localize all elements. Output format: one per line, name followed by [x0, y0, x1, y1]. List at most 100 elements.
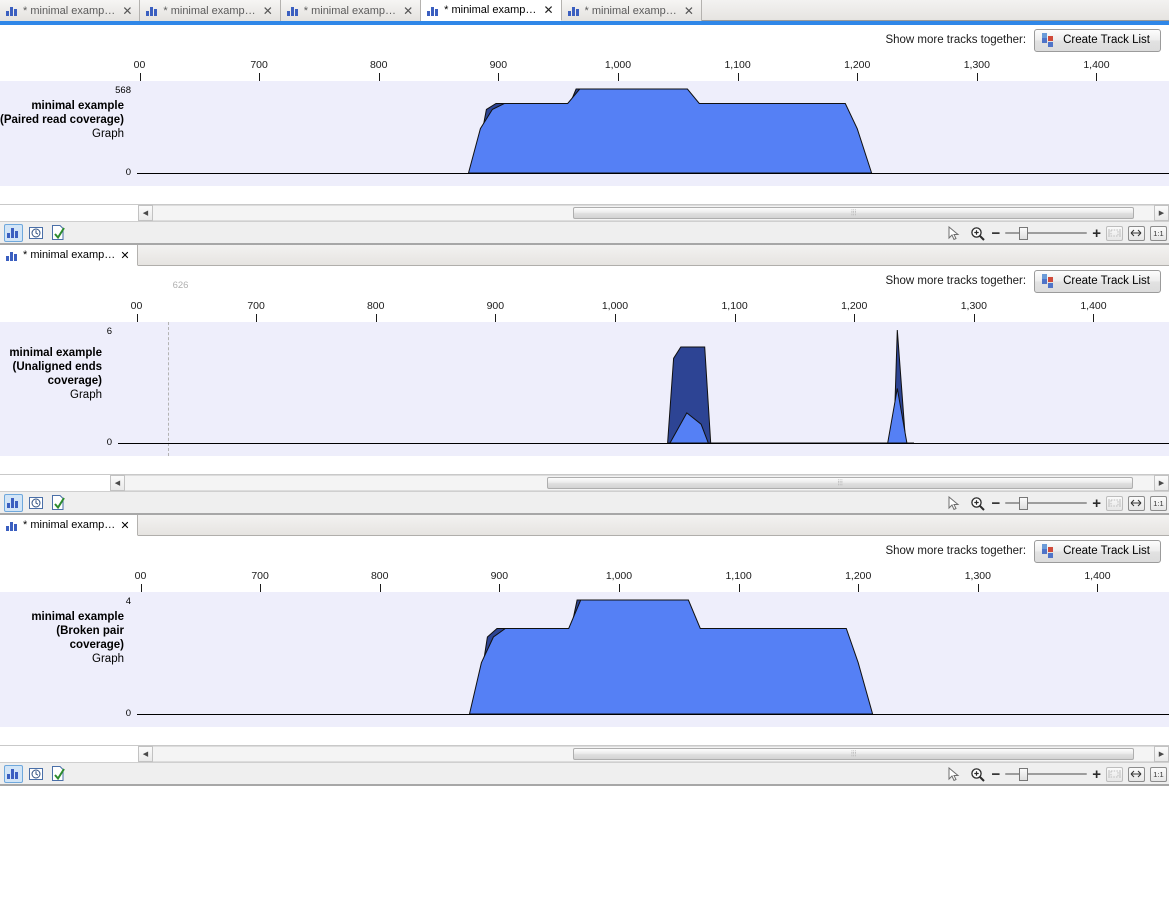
- view-mode-report-button[interactable]: [48, 765, 67, 783]
- scroll-left-arrow[interactable]: ◀: [138, 205, 153, 221]
- horizontal-scrollbar-paired-read-coverage[interactable]: ◀ ⦙⦙⦙ ▶: [0, 204, 1169, 221]
- bar-chart-icon: [146, 5, 158, 16]
- ruler-tick-label: 1,200: [844, 59, 870, 71]
- create-track-list-button[interactable]: Create Track List: [1034, 29, 1161, 52]
- zoom-in-button[interactable]: +: [1092, 226, 1101, 241]
- ruler-tick-label: 800: [370, 59, 388, 71]
- fit-selection-icon[interactable]: [1106, 226, 1123, 241]
- ruler-tick-mark: [495, 314, 496, 322]
- scroll-right-arrow[interactable]: ▶: [1154, 746, 1169, 762]
- ruler-tick-label: 1,100: [725, 570, 751, 582]
- graph-area-broken-pair-coverage[interactable]: minimal example(Broken pair coverage)Gra…: [0, 592, 1169, 727]
- close-icon[interactable]: ✕: [261, 5, 273, 17]
- main-tab-strip[interactable]: * minimal examp…✕* minimal examp…✕* mini…: [0, 0, 1169, 21]
- one-to-one-icon[interactable]: 1:1: [1150, 767, 1167, 782]
- horizontal-scrollbar-broken-pair-coverage[interactable]: ◀ ⦙⦙⦙ ▶: [0, 745, 1169, 762]
- zoom-in-icon[interactable]: [968, 224, 986, 242]
- zoom-slider-thumb[interactable]: [1019, 227, 1028, 240]
- scroll-right-arrow[interactable]: ▶: [1154, 475, 1169, 491]
- one-to-one-icon[interactable]: 1:1: [1150, 226, 1167, 241]
- horizontal-scrollbar-unaligned-ends-coverage[interactable]: ◀ ⦙⦙⦙ ▶: [0, 474, 1169, 491]
- main-tab-4[interactable]: * minimal examp…✕: [562, 0, 702, 21]
- view-mode-clock-button[interactable]: [26, 765, 45, 783]
- panel-tab-filler: [138, 245, 1169, 265]
- ruler-tick-label: 00: [134, 59, 146, 71]
- ruler-tick-label: 700: [247, 300, 265, 312]
- zoom-in-icon[interactable]: [968, 494, 986, 512]
- zoom-controls-paired-read-coverage[interactable]: − +1:1: [945, 222, 1167, 244]
- view-mode-graph-button[interactable]: [4, 765, 23, 783]
- scrollbar-track[interactable]: ⦙⦙⦙: [153, 746, 1154, 762]
- view-mode-clock-button[interactable]: [26, 494, 45, 512]
- coverage-series-1: [470, 600, 873, 714]
- ruler-tick-mark: [618, 73, 619, 81]
- fit-width-icon[interactable]: [1128, 496, 1145, 511]
- view-mode-report-button[interactable]: [48, 224, 67, 242]
- zoom-slider[interactable]: [1005, 496, 1087, 510]
- cursor-arrow-icon[interactable]: [945, 765, 963, 783]
- cursor-arrow-icon[interactable]: [945, 494, 963, 512]
- create-track-list-button[interactable]: Create Track List: [1034, 270, 1161, 293]
- fit-selection-icon[interactable]: [1106, 496, 1123, 511]
- zoom-slider-thumb[interactable]: [1019, 497, 1028, 510]
- main-tab-0[interactable]: * minimal examp…✕: [0, 0, 140, 21]
- close-icon[interactable]: ✕: [120, 249, 129, 262]
- scrollbar-thumb[interactable]: ⦙⦙⦙: [573, 748, 1134, 760]
- main-tab-1[interactable]: * minimal examp…✕: [140, 0, 280, 21]
- zoom-controls-broken-pair-coverage[interactable]: − +1:1: [945, 763, 1167, 785]
- scrollbar-grip-icon: ⦙⦙⦙: [851, 749, 856, 759]
- zoom-slider-track: [1005, 773, 1087, 775]
- view-mode-report-button[interactable]: [48, 494, 67, 512]
- view-mode-graph-button[interactable]: [4, 224, 23, 242]
- ruler-tick-label: 1,200: [845, 570, 871, 582]
- panel-gap: [0, 456, 1169, 474]
- ruler-tick-mark: [260, 584, 261, 592]
- ruler-tick-mark: [1097, 584, 1098, 592]
- scrollbar-track[interactable]: ⦙⦙⦙: [125, 475, 1154, 491]
- zoom-in-button[interactable]: +: [1092, 767, 1101, 782]
- zoom-controls-unaligned-ends-coverage[interactable]: − +1:1: [945, 492, 1167, 514]
- close-icon[interactable]: ✕: [682, 5, 694, 17]
- axis-max-label: 6: [107, 326, 112, 337]
- ruler-tick-label: 1,300: [961, 300, 987, 312]
- scrollbar-track[interactable]: ⦙⦙⦙: [153, 205, 1154, 221]
- close-icon[interactable]: ✕: [120, 5, 132, 17]
- scroll-left-arrow[interactable]: ◀: [110, 475, 125, 491]
- cursor-arrow-icon[interactable]: [945, 224, 963, 242]
- panel-tab-broken-pair-coverage[interactable]: * minimal examp…✕: [0, 515, 138, 536]
- close-icon[interactable]: ✕: [401, 5, 413, 17]
- scrollbar-thumb[interactable]: ⦙⦙⦙: [573, 207, 1134, 219]
- scrollbar-thumb[interactable]: ⦙⦙⦙: [547, 477, 1134, 489]
- create-track-list-button[interactable]: Create Track List: [1034, 540, 1161, 563]
- one-to-one-icon[interactable]: 1:1: [1150, 496, 1167, 511]
- panel-tab-strip-broken-pair-coverage[interactable]: * minimal examp…✕: [0, 515, 1169, 536]
- fit-width-icon[interactable]: [1128, 226, 1145, 241]
- zoom-in-button[interactable]: +: [1092, 496, 1101, 511]
- zoom-out-button[interactable]: −: [991, 226, 1000, 241]
- track-list-icon: [1042, 33, 1057, 47]
- close-icon[interactable]: ✕: [541, 4, 553, 16]
- zoom-out-button[interactable]: −: [991, 496, 1000, 511]
- coverage-graph-svg: [0, 322, 1169, 456]
- ruler-tick-label: 900: [487, 300, 505, 312]
- main-tab-3[interactable]: * minimal examp…✕: [421, 0, 561, 21]
- scroll-left-arrow[interactable]: ◀: [138, 746, 153, 762]
- close-icon[interactable]: ✕: [120, 519, 129, 532]
- zoom-out-button[interactable]: −: [991, 767, 1000, 782]
- zoom-slider[interactable]: [1005, 767, 1087, 781]
- panel-toolbar-broken-pair-coverage: Show more tracks together:Create Track L…: [0, 536, 1169, 566]
- view-mode-graph-button[interactable]: [4, 494, 23, 512]
- graph-area-paired-read-coverage[interactable]: minimal example(Paired read coverage)Gra…: [0, 81, 1169, 186]
- zoom-in-icon[interactable]: [968, 765, 986, 783]
- fit-selection-icon[interactable]: [1106, 767, 1123, 782]
- view-mode-clock-button[interactable]: [26, 224, 45, 242]
- graph-area-unaligned-ends-coverage[interactable]: minimal example(Unaligned ends coverage)…: [0, 322, 1169, 456]
- zoom-slider-thumb[interactable]: [1019, 768, 1028, 781]
- panel-tab-unaligned-ends-coverage[interactable]: * minimal examp…✕: [0, 245, 138, 266]
- scroll-right-arrow[interactable]: ▶: [1154, 205, 1169, 221]
- zoom-slider[interactable]: [1005, 226, 1087, 240]
- main-tab-2[interactable]: * minimal examp…✕: [281, 0, 421, 21]
- fit-width-icon[interactable]: [1128, 767, 1145, 782]
- panel-tab-strip-unaligned-ends-coverage[interactable]: * minimal examp…✕: [0, 245, 1169, 266]
- ruler-tick-label: 00: [135, 570, 147, 582]
